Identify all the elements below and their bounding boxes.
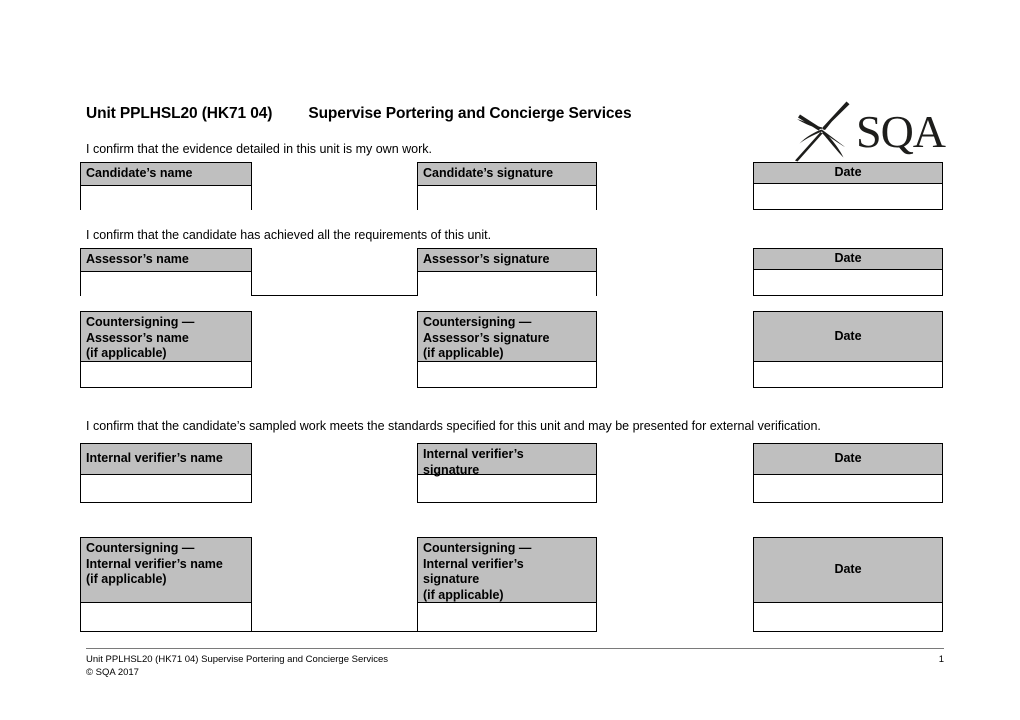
- assessor-name-box: Assessor’s name: [80, 248, 252, 297]
- footer-page-number: 1: [938, 654, 944, 665]
- sqa-saltire-icon: [795, 101, 850, 162]
- internal-verifier-name-field[interactable]: [81, 475, 251, 502]
- countersigning-internal-verifier-signature-field[interactable]: [418, 603, 596, 630]
- countersigning-internal-verifier-date-header: Date: [754, 538, 942, 603]
- assessor-name-header: Assessor’s name: [81, 249, 251, 272]
- internal-verifier-name-box: Internal verifier’s name: [80, 443, 252, 503]
- assessor-signature-box: Assessor’s signature: [417, 248, 597, 297]
- assessor-row-connector: [252, 294, 417, 296]
- assessor-date-field[interactable]: [754, 270, 942, 295]
- page-title: Unit PPLHSL20 (HK71 04) Supervise Porteri…: [86, 105, 632, 123]
- countersigning-internal-verifier-signature-header: Countersigning — Internal verifier’s sig…: [418, 538, 596, 603]
- countersigning-assessor-name-field[interactable]: [81, 362, 251, 387]
- candidate-date-box: Date: [753, 162, 943, 210]
- footer-unit-text: Unit PPLHSL20 (HK71 04) Supervise Porter…: [86, 654, 389, 665]
- assessor-date-header: Date: [754, 249, 942, 270]
- countersigning-assessor-name-box: Countersigning — Assessor’s name (if app…: [80, 311, 252, 388]
- candidate-name-header: Candidate’s name: [81, 163, 251, 186]
- assessor-name-field[interactable]: [81, 271, 251, 297]
- internal-verifier-signature-field[interactable]: [418, 475, 596, 502]
- candidate-name-box: Candidate’s name: [80, 162, 252, 211]
- assessor-signature-header: Assessor’s signature: [418, 249, 596, 272]
- assessor-date-box: Date: [753, 248, 943, 296]
- candidate-signature-header: Candidate’s signature: [418, 163, 596, 186]
- page-title-unit-name: Supervise Portering and Concierge Servic…: [308, 105, 632, 122]
- countersigning-assessor-date-field[interactable]: [754, 362, 942, 387]
- assessor-statement: I confirm that the candidate has achieve…: [86, 228, 492, 242]
- countersigning-assessor-date-box: Date: [753, 311, 943, 388]
- candidate-statement: I confirm that the evidence detailed in …: [86, 142, 432, 156]
- page-footer: Unit PPLHSL20 (HK71 04) Supervise Porter…: [86, 648, 944, 679]
- internal-verifier-signature-header: Internal verifier’s signature: [418, 444, 596, 477]
- candidate-date-header: Date: [754, 163, 942, 184]
- internal-verifier-date-header: Date: [754, 444, 942, 475]
- footer-divider: [86, 648, 944, 649]
- footer-copyright: © SQA 2017: [86, 667, 139, 678]
- countersigning-assessor-signature-header: Countersigning — Assessor’s signature (i…: [418, 312, 596, 362]
- footer-unit-line: Unit PPLHSL20 (HK71 04) Supervise Porter…: [86, 653, 944, 666]
- countersigning-internal-verifier-name-header: Countersigning — Internal verifier’s nam…: [81, 538, 251, 603]
- internal-verifier-signature-box: Internal verifier’s signature: [417, 443, 597, 503]
- countersigning-internal-verifier-row-connector: [252, 630, 417, 632]
- document-page: Unit PPLHSL20 (HK71 04) Supervise Porteri…: [0, 0, 1020, 720]
- assessor-signature-field[interactable]: [418, 271, 596, 297]
- countersigning-assessor-signature-field[interactable]: [418, 362, 596, 387]
- internal-verifier-date-box: Date: [753, 443, 943, 503]
- candidate-signature-field[interactable]: [418, 185, 596, 211]
- sqa-wordmark: SQA: [856, 106, 946, 157]
- countersigning-internal-verifier-name-field[interactable]: [81, 603, 251, 630]
- countersigning-assessor-signature-box: Countersigning — Assessor’s signature (i…: [417, 311, 597, 388]
- countersigning-assessor-name-header: Countersigning — Assessor’s name (if app…: [81, 312, 251, 362]
- candidate-signature-box: Candidate’s signature: [417, 162, 597, 211]
- sqa-logo: SQA: [794, 100, 946, 162]
- internal-verifier-date-field[interactable]: [754, 475, 942, 502]
- countersigning-internal-verifier-name-box: Countersigning — Internal verifier’s nam…: [80, 537, 252, 632]
- candidate-name-field[interactable]: [81, 185, 251, 211]
- countersigning-internal-verifier-date-box: Date: [753, 537, 943, 632]
- internal-verifier-statement: I confirm that the candidate’s sampled w…: [86, 419, 821, 433]
- candidate-date-field[interactable]: [754, 184, 942, 209]
- internal-verifier-name-header: Internal verifier’s name: [81, 444, 251, 475]
- countersigning-internal-verifier-signature-box: Countersigning — Internal verifier’s sig…: [417, 537, 597, 632]
- page-title-unit-code: Unit PPLHSL20 (HK71 04): [86, 105, 273, 122]
- countersigning-assessor-date-header: Date: [754, 312, 942, 362]
- countersigning-internal-verifier-date-field[interactable]: [754, 603, 942, 630]
